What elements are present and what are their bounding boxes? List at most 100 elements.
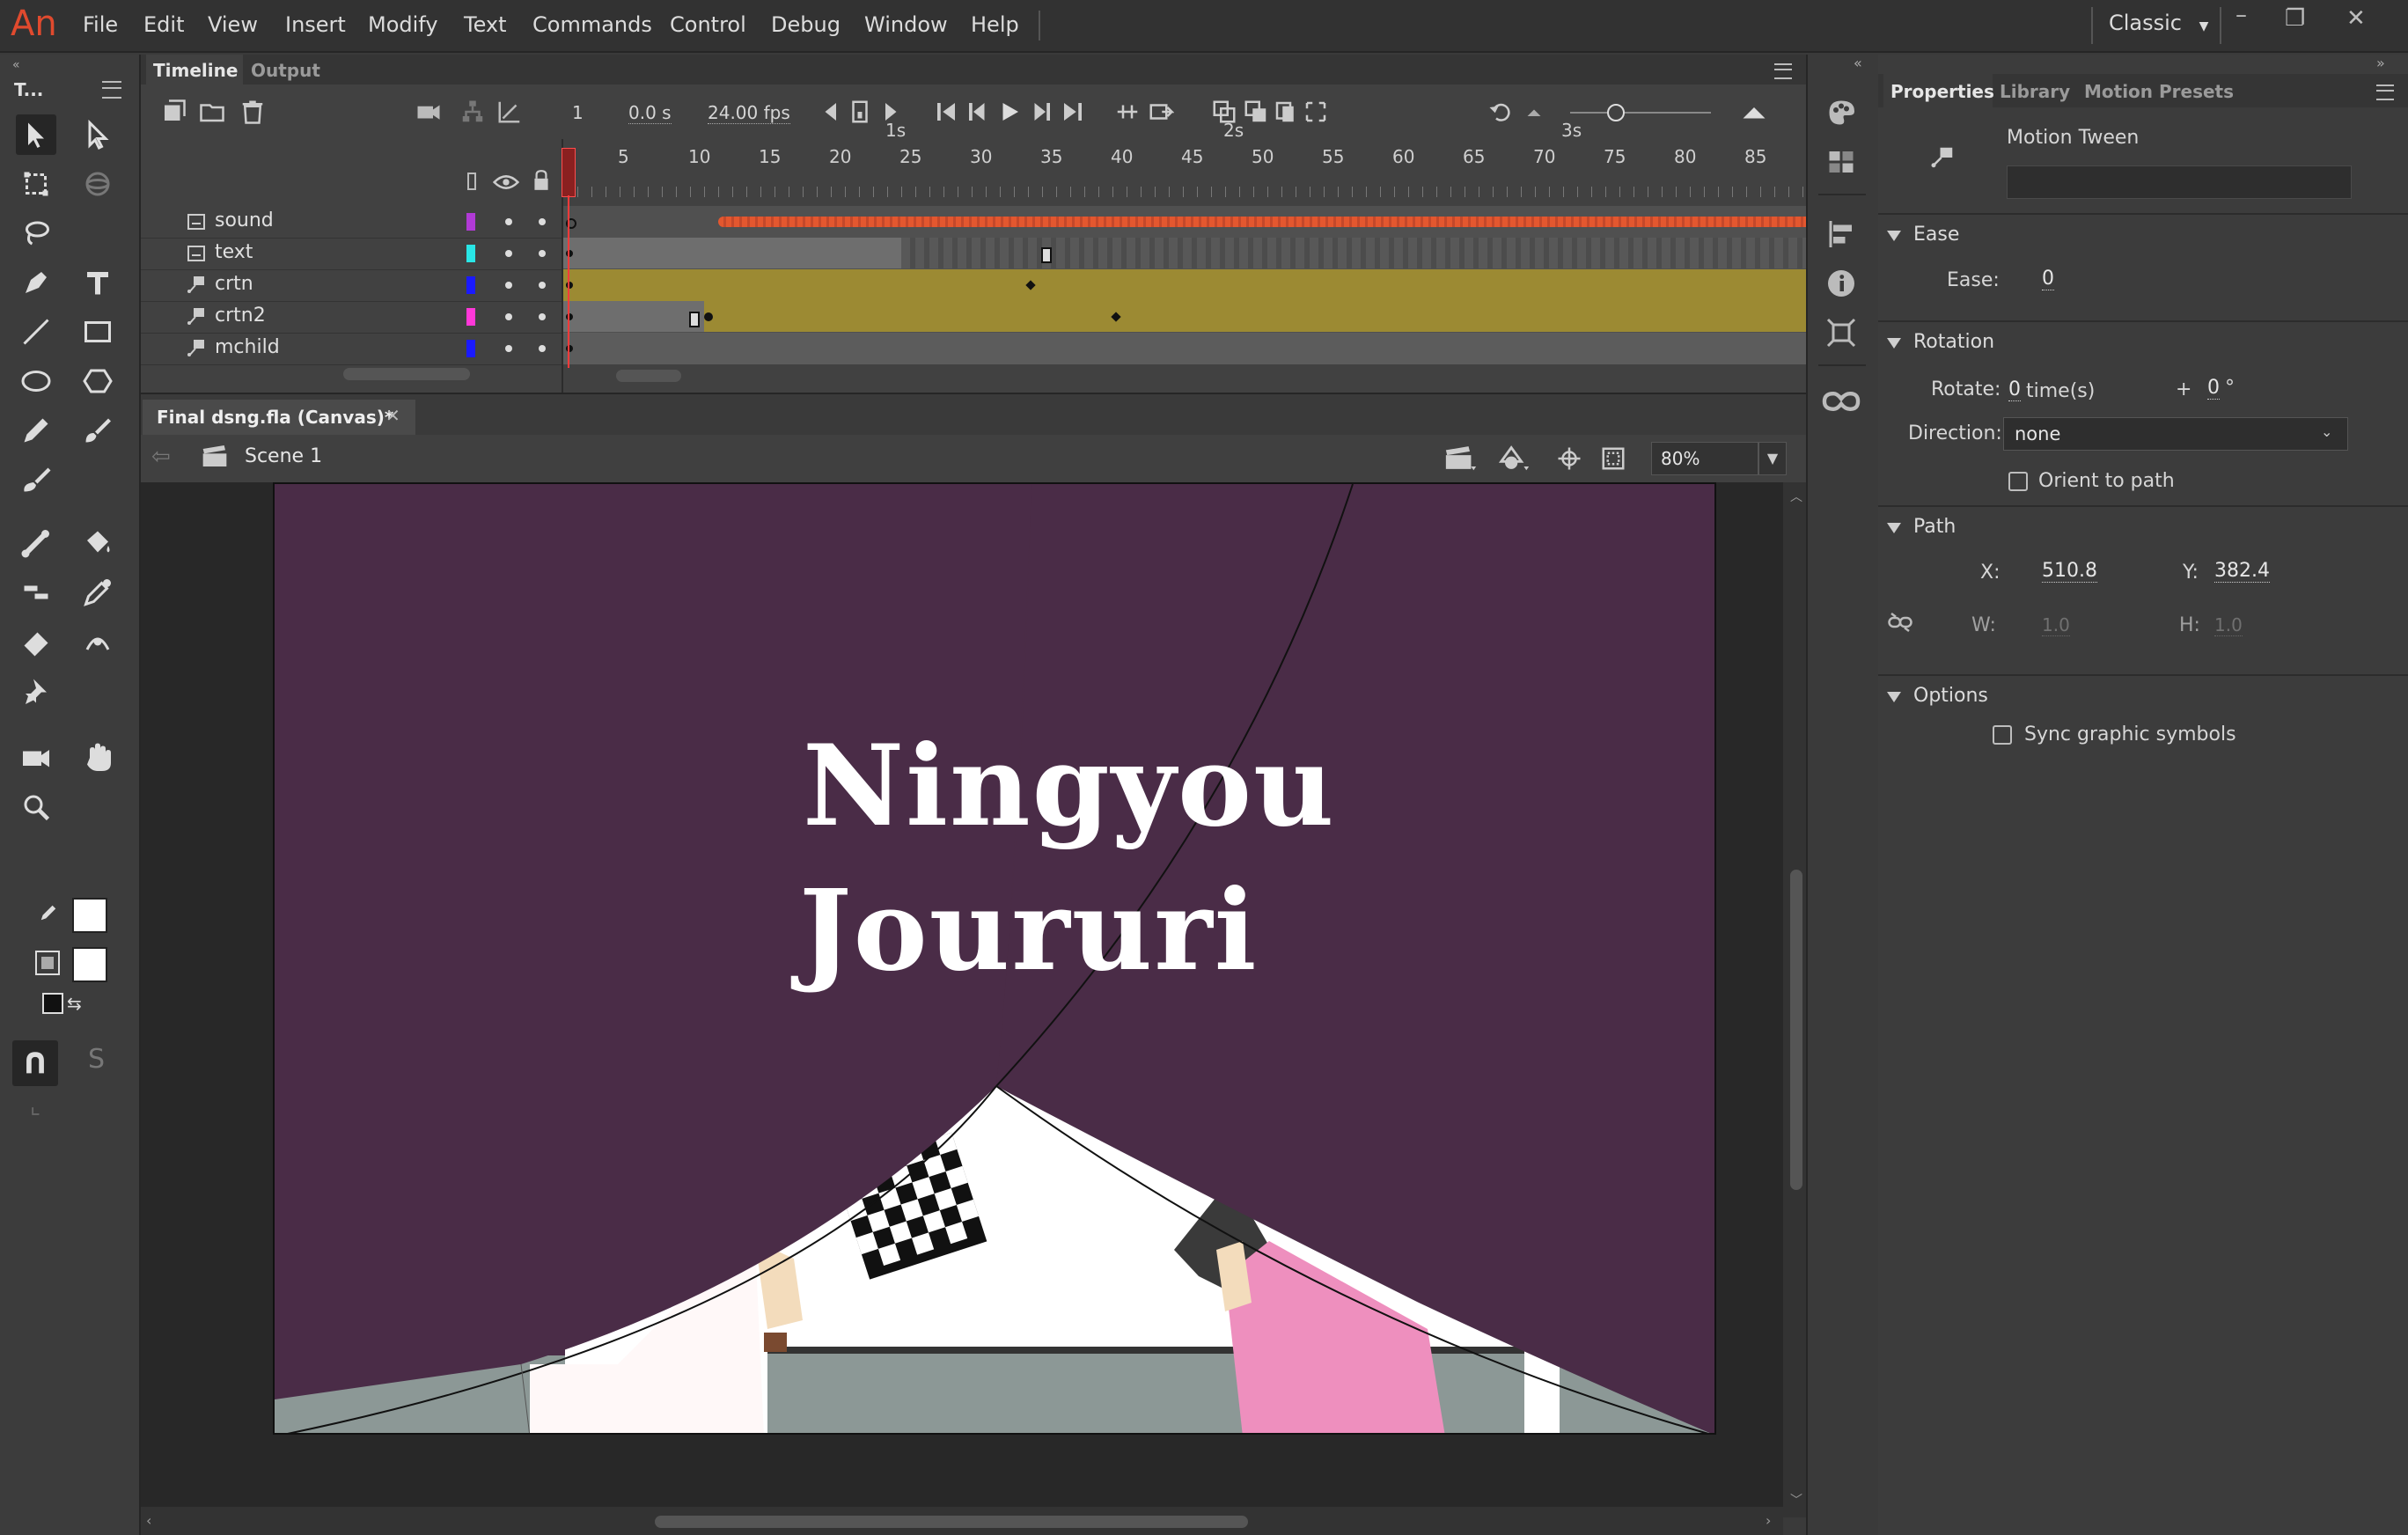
color-palette-icon[interactable] bbox=[1825, 97, 1857, 129]
visibility-dot[interactable] bbox=[505, 313, 512, 320]
collapse-triangle-icon[interactable] bbox=[1887, 338, 1901, 349]
undo-icon[interactable] bbox=[1487, 99, 1514, 125]
eye-icon[interactable] bbox=[493, 173, 519, 192]
eyedropper-tool-icon[interactable] bbox=[77, 572, 118, 613]
prev-keyframe-icon[interactable] bbox=[819, 99, 845, 125]
width-tool-icon[interactable] bbox=[16, 572, 56, 613]
horizontal-scrollbar[interactable]: ‹ › bbox=[141, 1507, 1783, 1535]
menu-modify[interactable]: Modify bbox=[368, 12, 438, 37]
frame-rate[interactable]: 24.00 fps bbox=[708, 102, 790, 124]
snap-magnet-icon[interactable] bbox=[12, 1040, 58, 1086]
vertical-scroll-thumb[interactable] bbox=[1790, 870, 1802, 1190]
rotate-degrees[interactable]: 0 bbox=[2207, 377, 2220, 400]
panel-menu-icon[interactable] bbox=[1774, 63, 1792, 79]
lock-dot[interactable] bbox=[539, 345, 546, 352]
menu-window[interactable]: Window bbox=[864, 12, 948, 37]
close-icon[interactable]: ✕ bbox=[2346, 5, 2366, 32]
menu-insert[interactable]: Insert bbox=[285, 12, 346, 37]
horizontal-scroll-thumb[interactable] bbox=[655, 1516, 1248, 1528]
layer-row[interactable]: mchild bbox=[141, 333, 562, 365]
zoom-slider-track[interactable] bbox=[1570, 112, 1711, 114]
frames-scrollbar[interactable] bbox=[616, 370, 681, 382]
visibility-dot[interactable] bbox=[505, 218, 512, 225]
step-back-icon[interactable] bbox=[965, 99, 991, 125]
scroll-up-icon[interactable]: ︿ bbox=[1790, 488, 1802, 505]
zoom-slider-thumb[interactable] bbox=[1607, 104, 1625, 121]
keyframe-marker[interactable] bbox=[1041, 247, 1052, 263]
section-ease[interactable]: Ease bbox=[1913, 224, 1959, 246]
tab-output[interactable]: Output bbox=[251, 60, 320, 81]
playhead-handle[interactable] bbox=[562, 148, 576, 197]
text-tool-icon[interactable] bbox=[77, 262, 118, 303]
zoom-tool-icon[interactable] bbox=[16, 787, 56, 827]
layer-row[interactable]: crtn bbox=[141, 269, 562, 302]
tab-properties[interactable]: Properties bbox=[1890, 81, 1994, 102]
transform-icon[interactable] bbox=[1825, 317, 1857, 349]
oval-tool-icon[interactable] bbox=[16, 361, 56, 401]
menu-help[interactable]: Help bbox=[971, 12, 1019, 37]
y-value[interactable]: 382.4 bbox=[2214, 560, 2270, 583]
bone-tool-icon[interactable] bbox=[16, 523, 56, 563]
collapse-arrows-icon[interactable]: » bbox=[2376, 55, 2385, 71]
outline-column-icon[interactable] bbox=[467, 173, 476, 190]
pin-tool-icon[interactable] bbox=[16, 671, 56, 711]
insert-keyframe-icon[interactable] bbox=[847, 99, 873, 125]
pen-tool-icon[interactable] bbox=[16, 262, 56, 303]
collapse-triangle-icon[interactable] bbox=[1887, 692, 1901, 702]
asset-warp-tool-icon[interactable] bbox=[77, 621, 118, 662]
chevron-down-icon[interactable]: ▼ bbox=[1758, 442, 1787, 475]
folder-icon[interactable] bbox=[199, 99, 225, 125]
layer-row[interactable]: sound bbox=[141, 206, 562, 239]
swatches-icon[interactable] bbox=[1825, 146, 1857, 178]
step-forward-icon[interactable] bbox=[1028, 99, 1054, 125]
tab-motion-presets[interactable]: Motion Presets bbox=[2084, 81, 2234, 102]
mchild-frames[interactable] bbox=[563, 333, 1922, 364]
clip-content-icon[interactable] bbox=[1600, 445, 1626, 472]
swap-colors-icon[interactable]: ⇆ bbox=[67, 993, 82, 1014]
trash-icon[interactable] bbox=[239, 99, 266, 125]
section-rotation[interactable]: Rotation bbox=[1913, 331, 1994, 353]
instance-name-input[interactable] bbox=[2007, 165, 2352, 199]
straighten-icon[interactable]: ⌞ bbox=[30, 1093, 40, 1120]
collapse-triangle-icon[interactable] bbox=[1887, 523, 1901, 533]
panel-menu-icon[interactable] bbox=[102, 81, 121, 99]
3d-rotation-tool-icon[interactable] bbox=[77, 164, 118, 204]
snap-to-objects-icon[interactable] bbox=[1556, 445, 1582, 472]
play-icon[interactable] bbox=[996, 99, 1023, 125]
paint-bucket-tool-icon[interactable] bbox=[77, 523, 118, 563]
menu-view[interactable]: View bbox=[208, 12, 258, 37]
hand-tool-icon[interactable] bbox=[77, 738, 118, 778]
menu-file[interactable]: File bbox=[83, 12, 118, 37]
scroll-down-icon[interactable]: ﹀ bbox=[1790, 1491, 1802, 1509]
paint-brush-tool-icon[interactable] bbox=[77, 410, 118, 451]
visibility-dot[interactable] bbox=[505, 345, 512, 352]
zoom-out-icon[interactable] bbox=[1521, 99, 1547, 125]
scroll-left-icon[interactable]: ‹ bbox=[146, 1512, 151, 1529]
lock-dot[interactable] bbox=[539, 218, 546, 225]
stage-canvas[interactable]: Ningyou Joururi bbox=[273, 482, 1716, 1435]
sync-graphic-symbols-checkbox[interactable] bbox=[1993, 725, 2012, 745]
lock-dot[interactable] bbox=[539, 250, 546, 257]
onion-skin-outlines-icon[interactable] bbox=[1243, 99, 1269, 125]
document-tab[interactable]: Final dsng.fla (Canvas)* ✕ bbox=[143, 400, 415, 435]
menu-text[interactable]: Text bbox=[464, 12, 507, 37]
align-icon[interactable] bbox=[1825, 218, 1857, 250]
close-tab-icon[interactable]: ✕ bbox=[385, 405, 400, 426]
tab-timeline[interactable]: Timeline bbox=[153, 60, 238, 81]
keyframe-marker[interactable] bbox=[689, 312, 700, 327]
zoom-select[interactable]: 80% bbox=[1651, 442, 1758, 475]
parenting-icon[interactable] bbox=[459, 99, 486, 125]
edit-multiple-frames-icon[interactable] bbox=[1273, 99, 1299, 125]
modify-markers-icon[interactable] bbox=[1303, 99, 1329, 125]
fill-color-swatch[interactable] bbox=[72, 947, 107, 982]
stroke-color-swatch[interactable] bbox=[72, 898, 107, 933]
collapse-triangle-icon[interactable] bbox=[1887, 231, 1901, 241]
lasso-tool-icon[interactable] bbox=[16, 213, 56, 253]
layer-color-swatch[interactable] bbox=[466, 340, 475, 357]
back-arrow-icon[interactable]: ⇦ bbox=[151, 444, 171, 470]
fill-color-icon[interactable] bbox=[35, 951, 60, 975]
brush-tool-icon[interactable] bbox=[16, 459, 56, 500]
center-frame-icon[interactable] bbox=[1148, 99, 1174, 125]
section-path[interactable]: Path bbox=[1913, 516, 1956, 538]
layer-color-swatch[interactable] bbox=[466, 245, 475, 262]
